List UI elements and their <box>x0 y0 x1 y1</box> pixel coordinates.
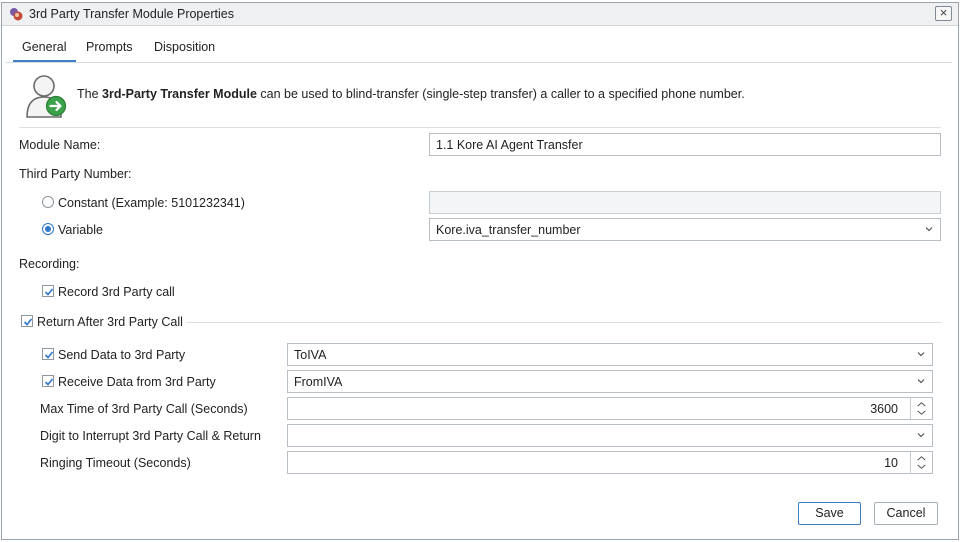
return-section-divider <box>187 322 941 323</box>
save-button[interactable]: Save <box>798 502 861 525</box>
cancel-button[interactable]: Cancel <box>874 502 938 525</box>
receive-data-select-value: FromIVA <box>294 375 343 389</box>
send-data-checkbox[interactable] <box>42 348 54 360</box>
close-icon[interactable]: × <box>935 6 952 21</box>
record-call-checkbox[interactable] <box>42 285 54 297</box>
spinner-arrows-icon[interactable] <box>910 398 932 419</box>
variable-select[interactable]: Kore.iva_transfer_number <box>429 218 941 241</box>
max-time-spinner[interactable]: 3600 <box>287 397 933 420</box>
receive-data-label[interactable]: Receive Data from 3rd Party <box>58 375 216 389</box>
module-name-label: Module Name: <box>19 138 101 152</box>
variable-radio-label[interactable]: Variable <box>58 223 103 237</box>
chevron-down-icon <box>917 433 925 438</box>
send-data-select[interactable]: ToIVA <box>287 343 933 366</box>
third-party-number-label: Third Party Number: <box>19 167 132 181</box>
module-name-input[interactable]: 1.1 Kore AI Agent Transfer <box>429 133 941 156</box>
checkmark-icon <box>23 318 33 326</box>
section-divider <box>19 127 941 128</box>
receive-data-checkbox[interactable] <box>42 375 54 387</box>
return-after-label[interactable]: Return After 3rd Party Call <box>37 315 183 329</box>
digit-interrupt-select[interactable] <box>287 424 933 447</box>
ringing-timeout-spinner[interactable]: 10 <box>287 451 933 474</box>
tabs-divider <box>6 62 952 63</box>
receive-data-select[interactable]: FromIVA <box>287 370 933 393</box>
chevron-down-icon <box>925 227 933 232</box>
intro-description: The 3rd-Party Transfer Module can be use… <box>77 87 745 101</box>
tab-general[interactable]: General <box>22 40 66 54</box>
user-transfer-icon <box>26 75 67 118</box>
tab-prompts[interactable]: Prompts <box>86 40 133 54</box>
properties-dialog: 3rd Party Transfer Module Properties × G… <box>1 2 959 540</box>
constant-number-input[interactable] <box>429 191 941 214</box>
ringing-timeout-label: Ringing Timeout (Seconds) <box>40 456 191 470</box>
variable-radio[interactable] <box>42 223 54 235</box>
constant-radio[interactable] <box>42 196 54 208</box>
tab-disposition[interactable]: Disposition <box>154 40 215 54</box>
spinner-arrows-icon[interactable] <box>910 452 932 473</box>
module-app-icon <box>10 8 23 21</box>
send-data-label[interactable]: Send Data to 3rd Party <box>58 348 185 362</box>
window-title: 3rd Party Transfer Module Properties <box>29 7 234 21</box>
checkmark-icon <box>44 288 54 296</box>
chevron-down-icon <box>917 379 925 384</box>
title-bar[interactable]: 3rd Party Transfer Module Properties × <box>2 3 958 26</box>
constant-radio-label[interactable]: Constant (Example: 5101232341) <box>58 196 245 210</box>
digit-interrupt-label: Digit to Interrupt 3rd Party Call & Retu… <box>40 429 261 443</box>
checkmark-icon <box>44 351 54 359</box>
variable-select-value: Kore.iva_transfer_number <box>436 223 581 237</box>
max-time-value: 3600 <box>870 402 898 416</box>
record-call-label[interactable]: Record 3rd Party call <box>58 285 175 299</box>
return-after-checkbox[interactable] <box>21 315 33 327</box>
max-time-label: Max Time of 3rd Party Call (Seconds) <box>40 402 248 416</box>
module-name-bold: 3rd-Party Transfer Module <box>102 87 257 101</box>
send-data-select-value: ToIVA <box>294 348 327 362</box>
checkmark-icon <box>44 378 54 386</box>
recording-label: Recording: <box>19 257 80 271</box>
ringing-timeout-value: 10 <box>884 456 898 470</box>
chevron-down-icon <box>917 352 925 357</box>
